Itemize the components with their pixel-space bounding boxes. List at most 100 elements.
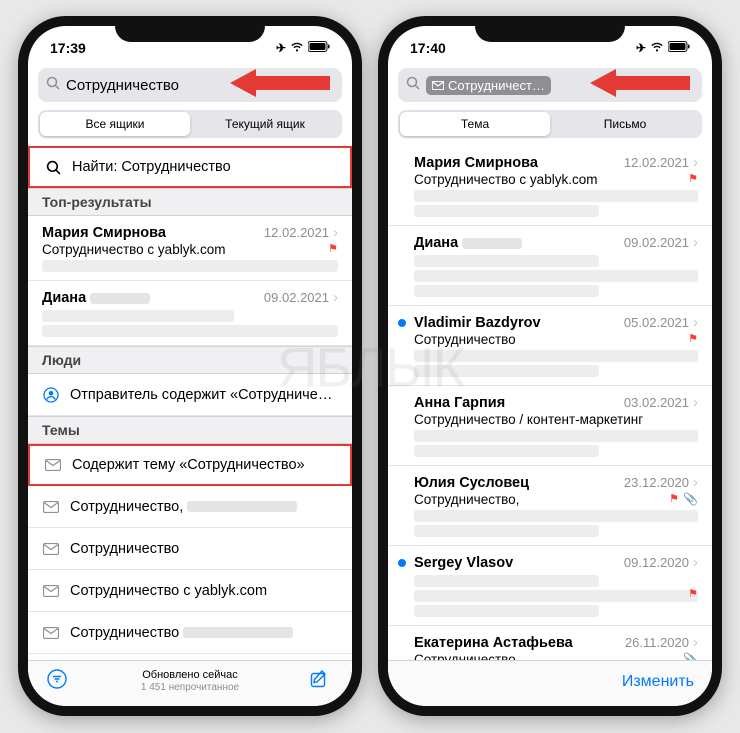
chevron-right-icon: › xyxy=(693,634,698,651)
search-area: Сотрудничест… xyxy=(388,62,712,110)
chevron-right-icon: › xyxy=(333,224,338,241)
chevron-right-icon: › xyxy=(693,234,698,251)
scope-segmented-control[interactable]: Все ящики Текущий ящик xyxy=(38,110,342,138)
section-top-results: Топ-результаты xyxy=(28,188,352,216)
people-filter-row[interactable]: Отправитель содержит «Сотрудничество» xyxy=(28,374,352,416)
filter-icon[interactable] xyxy=(46,668,72,696)
message-item[interactable]: Юлия Сусловец23.12.2020›Сотрудничество,📎… xyxy=(388,466,712,546)
subject-text: Сотрудничество, xyxy=(70,499,338,515)
search-icon xyxy=(46,76,60,94)
date: 09.12.2020 xyxy=(624,555,689,570)
messages-list: Мария Смирнова12.02.2021›Сотрудничество … xyxy=(388,146,712,660)
chevron-right-icon: › xyxy=(693,154,698,171)
flag-icon: ⚑ xyxy=(688,172,698,185)
subject: Сотрудничество xyxy=(414,332,516,347)
envelope-icon xyxy=(42,501,60,513)
message-item[interactable]: Диана 09.02.2021 › xyxy=(388,226,712,306)
chevron-right-icon: › xyxy=(693,314,698,331)
subject-blur xyxy=(42,310,234,322)
find-row[interactable]: Найти: Сотрудничество xyxy=(28,146,352,188)
phone-right: 17:40 ✈︎ Сотрудниче xyxy=(378,16,722,716)
unread-dot-icon xyxy=(398,559,406,567)
screen-left: 17:39 ✈︎ Сотрудничество xyxy=(28,26,352,706)
subject-contains-text: Содержит тему «Сотрудничество» xyxy=(72,457,336,473)
date: 05.02.2021 xyxy=(624,315,689,330)
preview-blur xyxy=(42,325,338,337)
flag-icon: ⚑ xyxy=(688,332,698,345)
footer-unread: 1 451 непрочитанное xyxy=(72,682,308,694)
message-item[interactable]: Анна Гарпия03.02.2021›Сотрудничество / к… xyxy=(388,386,712,466)
find-label: Найти: Сотрудничество xyxy=(72,159,336,175)
preview-blur xyxy=(414,205,599,217)
subject: Сотрудничество, xyxy=(414,492,519,507)
preview-blur xyxy=(414,365,599,377)
preview-blur xyxy=(42,260,338,272)
flag-icon: ⚑ xyxy=(669,492,679,505)
notch xyxy=(475,16,625,42)
search-chip[interactable]: Сотрудничест… xyxy=(426,76,551,95)
subject: Сотрудничество с yablyk.com xyxy=(42,242,225,257)
seg-subject[interactable]: Тема xyxy=(400,112,550,136)
message-item[interactable]: Екатерина Астафьева26.11.2020›Сотрудниче… xyxy=(388,626,712,660)
message-item[interactable]: Диана 09.02.2021 › xyxy=(28,281,352,346)
search-input[interactable]: Сотрудничест… xyxy=(398,68,702,102)
bottom-toolbar: Обновлено сейчас 1 451 непрочитанное xyxy=(28,660,352,706)
sender: Sergey Vlasov xyxy=(414,555,513,571)
sender: Диана xyxy=(42,290,150,306)
seg-current-mailbox[interactable]: Текущий ящик xyxy=(190,112,340,136)
preview-blur xyxy=(414,510,698,522)
preview-blur xyxy=(414,525,599,537)
sender: Диана xyxy=(414,235,522,251)
screen-right: 17:40 ✈︎ Сотрудниче xyxy=(388,26,712,706)
chevron-right-icon: › xyxy=(693,394,698,411)
subject-blur xyxy=(414,255,599,267)
chevron-right-icon: › xyxy=(333,289,338,306)
status-icons: ✈︎ xyxy=(276,41,330,55)
search-input[interactable]: Сотрудничество xyxy=(38,68,342,102)
bottom-toolbar: Изменить xyxy=(388,660,712,706)
date: 09.02.2021 xyxy=(624,235,689,250)
phone-left: 17:39 ✈︎ Сотрудничество xyxy=(18,16,362,716)
date: 26.11.2020 xyxy=(625,635,689,650)
subject-text: Сотрудничество xyxy=(70,541,338,557)
subject-row[interactable]: Сотрудничество xyxy=(28,528,352,570)
message-item[interactable]: Мария Смирнова12.02.2021›Сотрудничество … xyxy=(388,146,712,226)
edit-button[interactable]: Изменить xyxy=(622,673,694,691)
compose-icon[interactable] xyxy=(308,668,334,696)
envelope-icon xyxy=(44,459,62,471)
subject: Сотрудничество xyxy=(414,652,516,660)
subject-blur xyxy=(414,575,599,587)
airplane-icon: ✈︎ xyxy=(276,41,286,55)
status-icons: ✈︎ xyxy=(636,41,690,55)
chevron-right-icon: › xyxy=(693,554,698,571)
search-icon xyxy=(44,160,62,175)
preview-blur xyxy=(414,350,698,362)
message-item[interactable]: Sergey Vlasov09.12.2020›⚑ xyxy=(388,546,712,626)
scope-segmented-control[interactable]: Тема Письмо xyxy=(398,110,702,138)
subject-contains-row[interactable]: Содержит тему «Сотрудничество» xyxy=(28,444,352,486)
flag-icon: ⚑ xyxy=(328,242,338,255)
subject-row[interactable]: Сотрудничество, xyxy=(28,486,352,528)
seg-message[interactable]: Письмо xyxy=(550,112,700,136)
subject-row[interactable]: Сотрудничество с сайтом yablyk.com. С к… xyxy=(28,654,352,660)
sender: Анна Гарпия xyxy=(414,395,505,411)
people-filter-text: Отправитель содержит «Сотрудничество» xyxy=(70,387,338,403)
message-item[interactable]: Vladimir Bazdyrov05.02.2021›Сотрудничест… xyxy=(388,306,712,386)
message-item[interactable]: Мария Смирнова 12.02.2021› Сотрудничеств… xyxy=(28,216,352,281)
subject-text: Сотрудничество с yablyk.com xyxy=(70,583,338,599)
preview-blur xyxy=(414,190,698,202)
date: 09.02.2021 xyxy=(264,290,329,305)
section-people: Люди xyxy=(28,346,352,374)
seg-all-mailboxes[interactable]: Все ящики xyxy=(40,112,190,136)
airplane-icon: ✈︎ xyxy=(636,41,646,55)
subject-row[interactable]: Сотрудничество xyxy=(28,612,352,654)
subject-row[interactable]: Сотрудничество с yablyk.com xyxy=(28,570,352,612)
wifi-icon xyxy=(290,41,304,55)
chip-text: Сотрудничест… xyxy=(448,78,545,93)
wifi-icon xyxy=(650,41,664,55)
date: 12.02.2021 xyxy=(624,155,689,170)
sender: Юлия Сусловец xyxy=(414,475,529,491)
status-time: 17:39 xyxy=(50,40,86,56)
envelope-icon xyxy=(42,543,60,555)
footer-updated: Обновлено сейчас xyxy=(72,669,308,682)
